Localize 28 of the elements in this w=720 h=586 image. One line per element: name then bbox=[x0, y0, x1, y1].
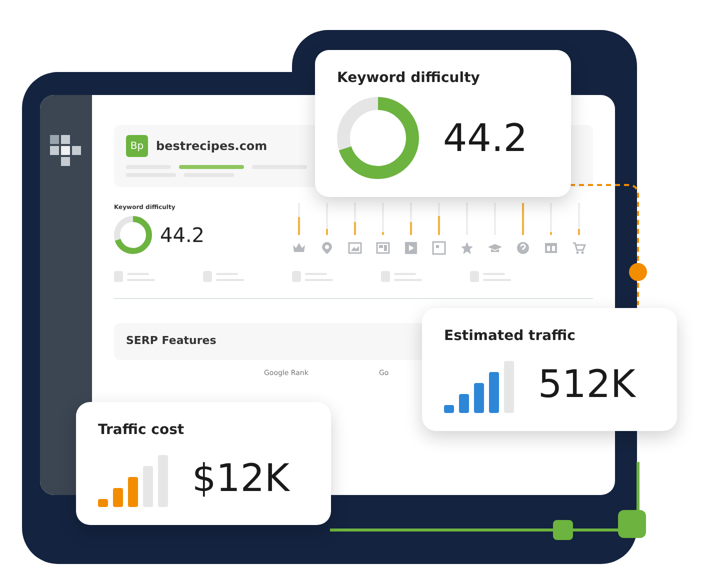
image-icon bbox=[348, 241, 362, 255]
placeholder-icon bbox=[292, 271, 301, 282]
cart-icon bbox=[572, 241, 586, 255]
domain-name: bestrecipes.com bbox=[156, 138, 268, 155]
placeholder-icon bbox=[470, 271, 479, 282]
square-icon bbox=[432, 241, 446, 255]
video-icon bbox=[404, 241, 418, 255]
metric-value: 44.2 bbox=[160, 222, 205, 249]
pin-icon bbox=[320, 241, 334, 255]
star-icon bbox=[460, 241, 474, 255]
ad-icon bbox=[544, 241, 558, 255]
logo-icon bbox=[50, 135, 82, 167]
hat-icon bbox=[488, 241, 502, 255]
card-value: 44.2 bbox=[443, 114, 528, 162]
card-title: Estimated traffic bbox=[444, 327, 576, 346]
card-value: $12K bbox=[192, 454, 290, 502]
donut-chart bbox=[114, 216, 152, 254]
layout-icon bbox=[376, 241, 390, 255]
card-title: Traffic cost bbox=[98, 421, 186, 440]
placeholder-icon bbox=[381, 271, 390, 282]
placeholder-line bbox=[179, 165, 244, 169]
site-badge: Bp bbox=[126, 135, 148, 157]
question-icon bbox=[516, 241, 530, 255]
card-value: 512K bbox=[538, 360, 636, 408]
crown-icon bbox=[292, 241, 306, 255]
placeholder-icon bbox=[203, 271, 212, 282]
card-title: Keyword difficulty bbox=[337, 69, 481, 88]
placeholder-icon bbox=[114, 271, 123, 282]
